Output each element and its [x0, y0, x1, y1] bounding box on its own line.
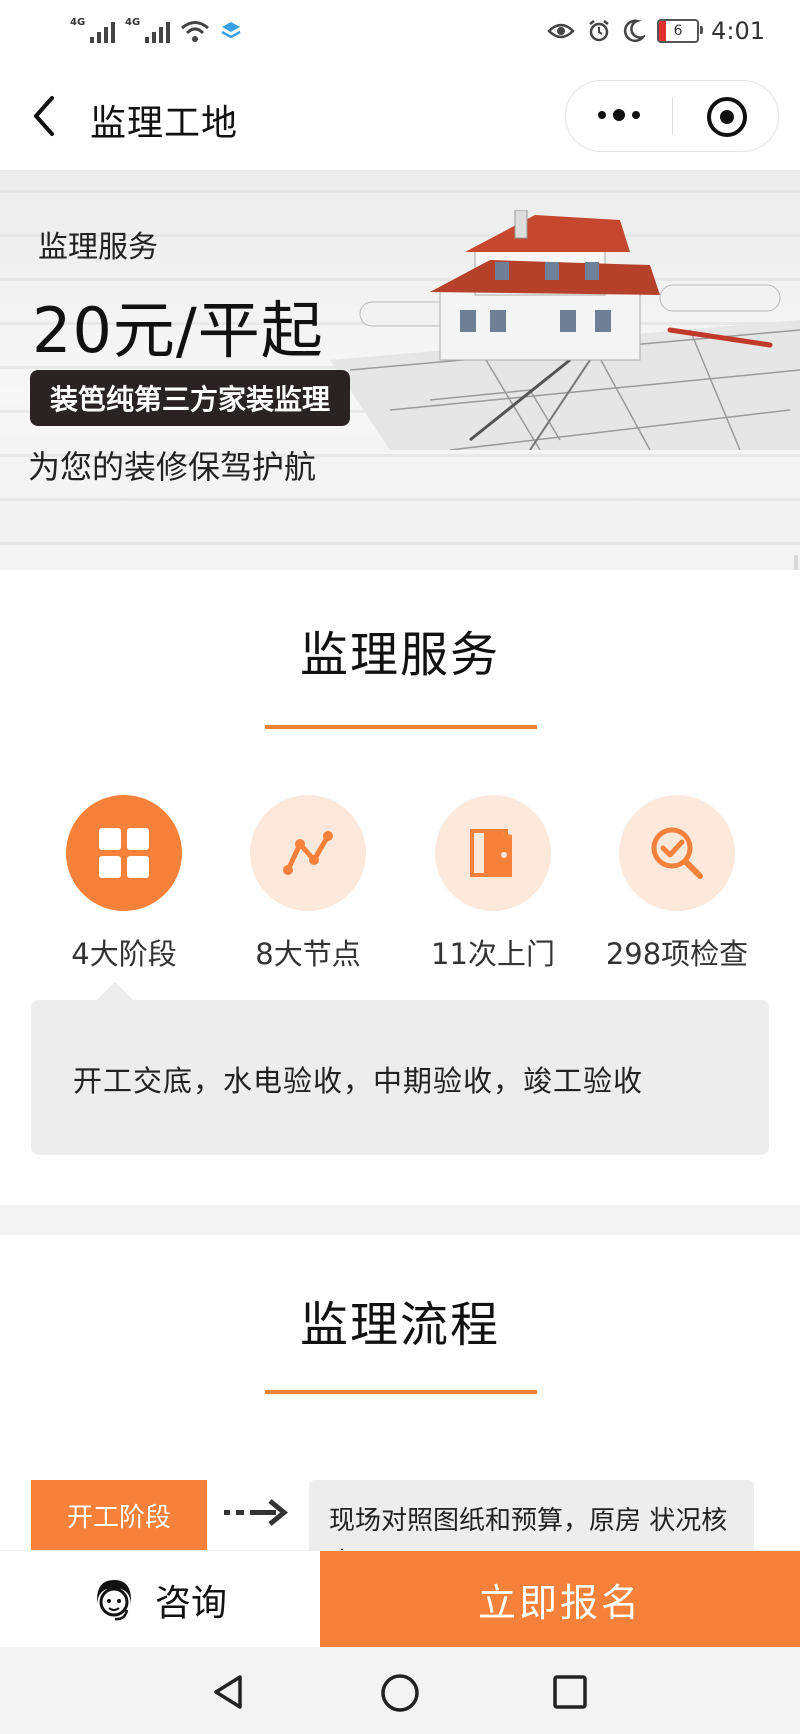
capsule-divider: [672, 97, 673, 135]
search-check-icon: [619, 795, 735, 911]
section-title: 监理服务: [299, 627, 500, 683]
clock: 4:01: [711, 17, 765, 45]
miniprogram-capsule: [565, 80, 779, 152]
banner-slogan: 为您的装修保驾护航: [28, 448, 317, 486]
signal-icon: 4G: [70, 17, 115, 43]
service-detail-box: 开工交底，水电验收，中期验收，竣工验收: [31, 982, 769, 1155]
network-type-2: 4G: [125, 17, 141, 28]
system-nav-bar: [0, 1647, 800, 1734]
service-section: 监理服务 4大阶段 8大节点 11次上门 298项检查 开工交底，水电验收，中期…: [0, 570, 800, 1205]
consult-label: 咨询: [154, 1582, 227, 1624]
section-title: 监理流程: [299, 1297, 500, 1353]
close-miniprogram-icon[interactable]: [707, 97, 747, 137]
back-triangle-icon[interactable]: [210, 1673, 246, 1711]
door-icon: [435, 795, 551, 911]
section-underline: [265, 1390, 537, 1394]
wifi-icon: [181, 21, 209, 42]
status-right: 6 4:01: [547, 14, 765, 48]
house-blueprint-illustration: [330, 210, 800, 450]
service-item[interactable]: 298项检查: [602, 795, 752, 973]
network-type-1: 4G: [70, 17, 86, 28]
consult-button[interactable]: 咨询: [0, 1551, 320, 1648]
service-label: 8大节点: [255, 937, 361, 971]
service-detail-text: 开工交底，水电验收，中期验收，竣工验收: [73, 1064, 644, 1098]
banner-subtitle: 监理服务: [38, 230, 158, 265]
service-item[interactable]: 8大节点: [233, 795, 383, 973]
battery-icon: 6: [657, 19, 704, 43]
stage-description-box: 现场对照图纸和预算，原房 状况核查: [309, 1480, 754, 1550]
banner-price: 20元/平起: [32, 294, 324, 367]
more-options-icon[interactable]: [598, 109, 640, 121]
nav-bar: 监理工地: [0, 62, 800, 170]
home-circle-icon[interactable]: [380, 1673, 420, 1713]
recents-square-icon[interactable]: [552, 1674, 588, 1710]
service-label: 4大阶段: [71, 937, 177, 971]
stage-description: 现场对照图纸和预算，原房 状况核查: [329, 1506, 728, 1550]
service-label: 11次上门: [431, 937, 555, 971]
process-section: 监理流程 开工阶段 现场对照图纸和预算，原房 状况核查: [0, 1235, 800, 1550]
service-item[interactable]: 4大阶段: [49, 795, 199, 973]
back-arrow-icon[interactable]: [30, 94, 60, 138]
service-item[interactable]: 11次上门: [418, 795, 568, 973]
battery-level: 6: [673, 23, 683, 39]
service-label: 298项检查: [605, 937, 749, 971]
vpn-icon: [221, 22, 241, 39]
action-bar: 咨询 立即报名: [0, 1550, 800, 1648]
banner-tag: 装笆纯第三方家装监理: [30, 370, 350, 426]
status-bar: 4G 4G 6 4:01: [0, 0, 800, 62]
section-underline: [265, 725, 537, 729]
page-title: 监理工地: [90, 103, 239, 144]
grid-icon: [66, 795, 182, 911]
node-line-icon: [250, 795, 366, 911]
customer-service-icon: [96, 1579, 131, 1620]
moon-icon: [623, 19, 646, 43]
signal-icon-2: 4G: [125, 17, 170, 43]
signup-button[interactable]: 立即报名: [320, 1551, 800, 1648]
hero-banner[interactable]: 监理服务 20元/平起 装笆纯第三方家装监理 为您的装修保驾护航: [0, 170, 800, 545]
eye-icon: [547, 23, 575, 39]
alarm-icon: [589, 20, 609, 42]
status-left: 4G 4G: [70, 16, 242, 46]
dashed-arrow-icon: [224, 1499, 288, 1526]
stage-tag[interactable]: 开工阶段: [31, 1480, 207, 1550]
